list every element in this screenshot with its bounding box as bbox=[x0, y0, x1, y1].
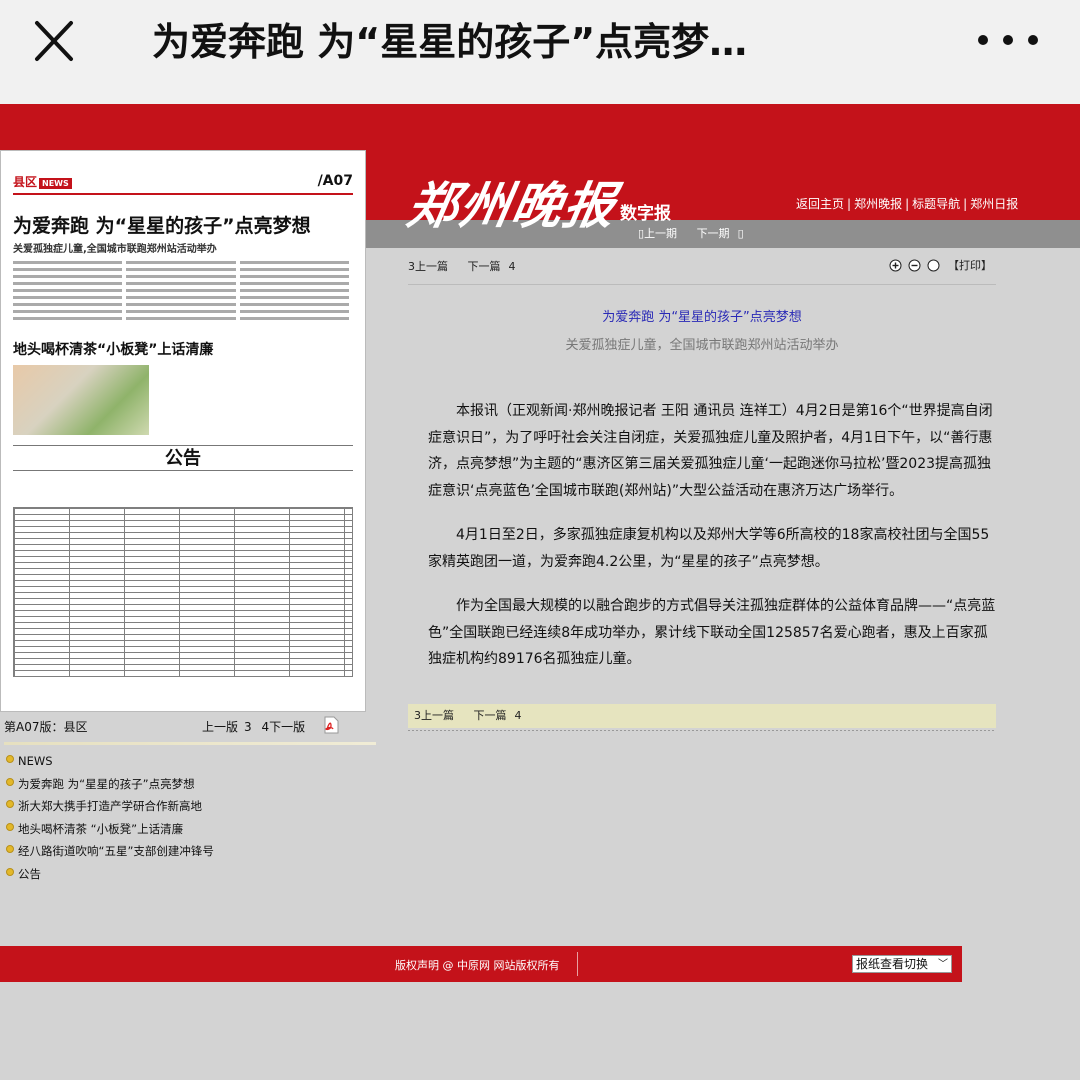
paper-footer: 第A07版：县区 上一版 3 4下一版 bbox=[4, 716, 366, 736]
paper-notice-table bbox=[13, 507, 353, 677]
footer: 版权声明 @ 中原网 网站版权所有 报纸查看切换 ﹀ bbox=[0, 946, 962, 982]
next-page-link[interactable]: 4下一版 bbox=[261, 720, 311, 734]
list-item[interactable]: 经八路街道吹响“五星”支部创建冲锋号 bbox=[4, 840, 366, 863]
list-item[interactable]: 为爱奔跑 为“星星的孩子”点亮梦想 bbox=[4, 773, 366, 796]
article-paragraph: 作为全国最大规模的以融合跑步的方式倡导关注孤独症群体的公益体育品牌——“点亮蓝色… bbox=[428, 598, 996, 667]
paper-subheadline: 关爱孤独症儿童,全国城市联跑郑州站活动举办 bbox=[13, 244, 217, 255]
prev-article-link-bottom[interactable]: 3上一篇 bbox=[414, 709, 462, 722]
page-title: 为爱奔跑 为“星星的孩子”点亮梦… bbox=[152, 20, 748, 64]
nav-zzrb-link[interactable]: 郑州日报 bbox=[970, 197, 1018, 211]
close-button[interactable] bbox=[28, 18, 80, 64]
bullet-icon bbox=[6, 867, 14, 876]
list-item[interactable]: NEWS bbox=[4, 750, 366, 773]
reset-zoom-icon[interactable] bbox=[927, 259, 940, 272]
zoom-in-icon[interactable] bbox=[889, 259, 902, 272]
page-label: 第A07版：县区 bbox=[4, 720, 88, 734]
more-dots-icon bbox=[978, 35, 988, 45]
app-bar: 为爱奔跑 为“星星的孩子”点亮梦… bbox=[0, 0, 1080, 104]
article-list: NEWS 为爱奔跑 为“星星的孩子”点亮梦想 浙大郑大携手打造产学研合作新高地 … bbox=[4, 750, 366, 886]
masthead-left-band bbox=[0, 104, 366, 150]
paper-notice-title[interactable]: 公告 bbox=[13, 445, 353, 471]
more-menu-button[interactable] bbox=[978, 22, 1038, 58]
copyright-text: 版权声明 @ 中原网 网站版权所有 bbox=[395, 959, 560, 972]
bullet-icon bbox=[6, 800, 14, 809]
pdf-download-icon[interactable] bbox=[322, 716, 340, 734]
list-item[interactable]: 地头喝杯清茶 “小板凳”上话清廉 bbox=[4, 818, 366, 841]
newspaper-page-thumbnail[interactable]: 县区 NEWS /A07 为爱奔跑 为“星星的孩子”点亮梦想 关爱孤独症儿童,全国… bbox=[0, 150, 366, 712]
next-article-link-bottom[interactable]: 下一篇 4 bbox=[474, 709, 522, 722]
more-dots-icon bbox=[1028, 35, 1038, 45]
issue-nav: ▯上一期 下一期 ▯ bbox=[638, 225, 752, 241]
paper-story2-headline[interactable]: 地头喝杯清茶“小板凳”上话清廉 bbox=[13, 339, 353, 359]
brand-subtitle: 数字报 bbox=[620, 204, 671, 224]
bullet-icon bbox=[6, 755, 14, 763]
article-toolbar: 3上一篇 下一篇 4 【打印】 bbox=[408, 254, 996, 276]
paper-headline[interactable]: 为爱奔跑 为“星星的孩子”点亮梦想 bbox=[13, 211, 353, 238]
article-bottom-nav: 3上一篇 下一篇 4 bbox=[408, 704, 996, 728]
print-button[interactable]: 【打印】 bbox=[948, 257, 992, 273]
top-nav: 返回主页 | 郑州晚报 | 标题导航 | 郑州日报 bbox=[796, 197, 1019, 211]
paper-text-columns bbox=[13, 261, 353, 333]
brand: 郑州晚报 数字报 bbox=[403, 170, 671, 235]
paper-section-label: 县区 NEWS bbox=[13, 173, 72, 190]
prev-article-link[interactable]: 3上一篇 bbox=[408, 260, 456, 273]
paper-switch-select[interactable]: 报纸查看切换 ﹀ bbox=[852, 955, 952, 973]
more-dots-icon bbox=[1003, 35, 1013, 45]
footer-divider bbox=[577, 952, 578, 976]
article-body: 本报讯（正观新闻·郑州晚报记者 王阳 通讯员 连祥工）4月2日是第16个“世界提… bbox=[428, 398, 996, 691]
bullet-icon bbox=[6, 777, 14, 786]
list-item[interactable]: 公告 bbox=[4, 863, 366, 886]
prev-issue-link[interactable]: ▯上一期 bbox=[638, 227, 685, 240]
nav-home-link[interactable]: 返回主页 bbox=[796, 197, 844, 211]
next-article-link[interactable]: 下一篇 4 bbox=[468, 260, 516, 273]
article-paragraph: 4月1日至2日，多家孤独症康复机构以及郑州大学等6所高校的18家高校社团与全国5… bbox=[428, 527, 990, 570]
paper-photo bbox=[13, 365, 149, 435]
paper-page-number: /A07 bbox=[317, 173, 353, 189]
nav-zzwb-link[interactable]: 郑州晚报 bbox=[854, 197, 902, 211]
list-item[interactable]: 浙大郑大携手打造产学研合作新高地 bbox=[4, 795, 366, 818]
toolbar-divider bbox=[408, 284, 996, 285]
bullet-icon bbox=[6, 822, 14, 831]
brand-logo: 郑州晚报 bbox=[402, 176, 622, 235]
article-subtitle: 关爱孤独症儿童，全国城市联跑郑州站活动举办 bbox=[565, 338, 839, 353]
left-divider bbox=[4, 742, 376, 745]
article-title: 为爱奔跑 为“星星的孩子”点亮梦想 bbox=[602, 310, 802, 325]
bullet-icon bbox=[6, 845, 14, 854]
zoom-out-icon[interactable] bbox=[908, 259, 921, 272]
prev-page-link[interactable]: 上一版 3 bbox=[202, 720, 252, 734]
article-paragraph: 本报讯（正观新闻·郑州晚报记者 王阳 通讯员 连祥工）4月2日是第16个“世界提… bbox=[428, 403, 993, 499]
next-issue-link[interactable]: 下一期 ▯ bbox=[697, 227, 744, 240]
close-icon bbox=[35, 21, 73, 61]
nav-title-guide-link[interactable]: 标题导航 bbox=[912, 197, 960, 211]
chevron-down-icon: ﹀ bbox=[938, 959, 948, 970]
bottom-divider bbox=[408, 730, 996, 731]
